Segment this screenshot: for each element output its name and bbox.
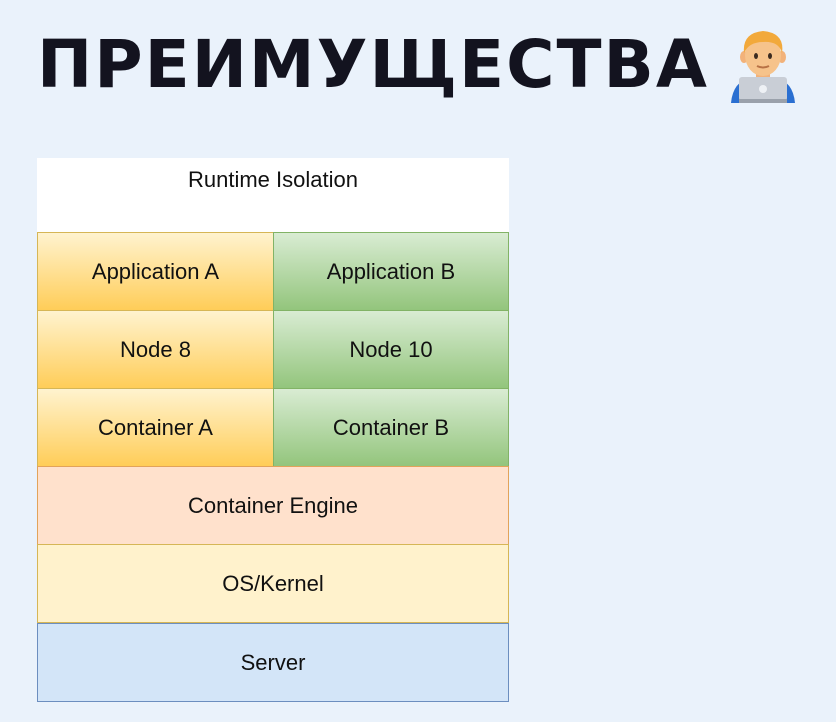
page-title: ПРЕИМУЩЕСТВА [37, 26, 709, 103]
node-8-block: Node 8 [37, 310, 274, 389]
application-b-block: Application B [273, 232, 509, 311]
title-row: ПРЕИМУЩЕСТВА [37, 22, 797, 108]
application-a-block: Application A [37, 232, 274, 311]
node-10-block: Node 10 [273, 310, 509, 389]
container-b-block: Container B [273, 388, 509, 467]
diagram-caption-box: Runtime Isolation [37, 158, 509, 232]
container-a-block: Container A [37, 388, 274, 467]
server-layer: Server [37, 623, 509, 702]
container-engine-layer: Container Engine [37, 466, 509, 545]
os-kernel-layer: OS/Kernel [37, 544, 509, 623]
runtime-isolation-diagram: Runtime Isolation Application A Applicat… [37, 158, 509, 704]
technologist-emoji-icon [730, 31, 795, 103]
diagram-caption: Runtime Isolation [188, 167, 358, 192]
